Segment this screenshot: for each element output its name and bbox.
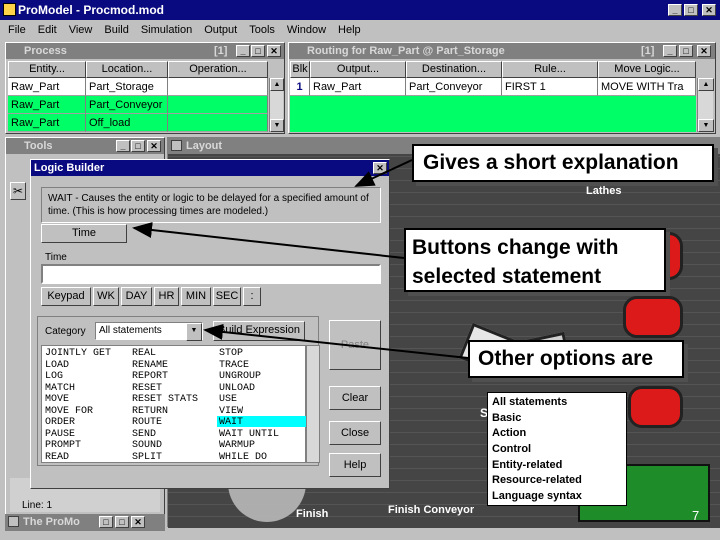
callout-arrows	[132, 159, 469, 359]
arrow-to-buttons	[132, 222, 405, 259]
arrow-to-category	[203, 323, 469, 359]
arrow-to-description	[354, 159, 413, 187]
